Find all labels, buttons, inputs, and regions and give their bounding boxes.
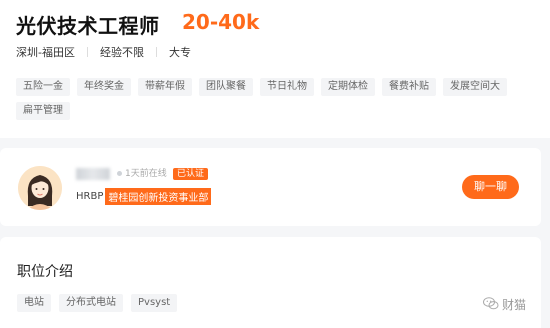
- recruiter-card[interactable]: 1天前在线 已认证 HRBP 碧桂园创新投资事业部 聊一聊: [0, 148, 541, 226]
- keyword-tag: 电站: [17, 294, 51, 312]
- benefit-tag: 节日礼物: [260, 78, 314, 96]
- benefit-tag: 五险一金: [16, 78, 70, 96]
- benefit-tag: 扁平管理: [16, 102, 70, 120]
- keyword-tag: 分布式电站: [59, 294, 123, 312]
- benefit-tags: 五险一金 年终奖金 带薪年假 团队聚餐 节日礼物 定期体检 餐费补贴 发展空间大…: [16, 78, 536, 120]
- watermark: 财猫: [483, 296, 526, 313]
- job-location: 深圳-福田区: [16, 46, 75, 59]
- benefit-tag: 餐费补贴: [382, 78, 436, 96]
- job-description-section: 职位介绍 电站 分布式电站 Pvsyst: [0, 237, 541, 328]
- job-experience: 经验不限: [99, 46, 144, 59]
- online-status-text: 1天前在线: [125, 169, 167, 179]
- job-header: 光伏技术工程师 20-40k 深圳-福田区 经验不限 大专 五险一金 年终奖金 …: [0, 0, 550, 138]
- job-education: 大专: [168, 46, 191, 59]
- benefit-tag: 发展空间大: [443, 78, 507, 96]
- wechat-icon: [483, 296, 499, 313]
- salary-range: 20-40k: [182, 10, 260, 34]
- benefit-tag: 定期体检: [321, 78, 375, 96]
- online-status: 1天前在线: [117, 168, 167, 180]
- recruiter-role: HRBP: [76, 191, 104, 202]
- job-meta: 深圳-福田区 经验不限 大专: [16, 44, 203, 60]
- watermark-text: 财猫: [502, 298, 527, 312]
- benefit-tag: 带薪年假: [138, 78, 192, 96]
- section-title: 职位介绍: [17, 264, 73, 280]
- job-title: 光伏技术工程师: [16, 14, 160, 38]
- keyword-tags: 电站 分布式电站 Pvsyst: [17, 294, 178, 312]
- benefit-tag: 年终奖金: [77, 78, 131, 96]
- recruiter-company: 碧桂园创新投资事业部: [105, 188, 212, 205]
- chat-button[interactable]: 聊一聊: [462, 175, 519, 199]
- benefit-tag: 团队聚餐: [199, 78, 253, 96]
- keyword-tag: Pvsyst: [131, 294, 178, 312]
- verified-badge: 已认证: [173, 168, 209, 180]
- status-dot: [117, 171, 122, 176]
- avatar[interactable]: [18, 166, 62, 210]
- recruiter-name-redacted: [76, 168, 110, 180]
- recruiter-role-line: HRBP 碧桂园创新投资事业部: [76, 188, 212, 205]
